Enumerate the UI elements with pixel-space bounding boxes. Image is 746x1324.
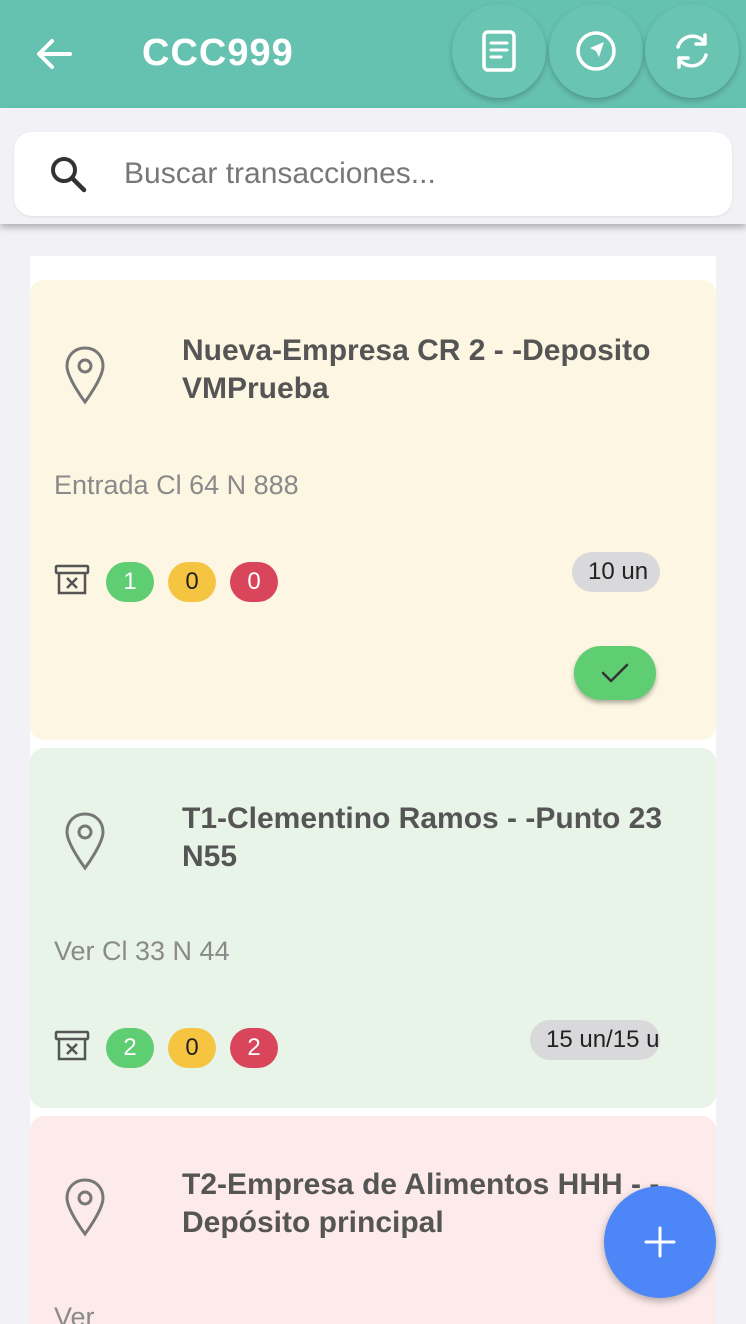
status-count-red: 2 <box>230 1028 278 1068</box>
units-badge: 15 un/15 un <box>530 1020 660 1060</box>
card-title: Nueva-Empresa CR 2 - -Deposito VMPrueba <box>182 334 651 405</box>
archive-icon <box>54 564 90 595</box>
search-bar-container <box>0 108 746 224</box>
sync-button[interactable] <box>645 4 739 98</box>
card-address: Ver Cl 33 N 44 <box>54 936 230 966</box>
navigate-button[interactable] <box>549 4 643 98</box>
confirm-button[interactable] <box>574 646 656 700</box>
add-button[interactable] <box>604 1186 716 1298</box>
search-input[interactable] <box>124 146 704 202</box>
check-icon <box>601 663 629 683</box>
status-count-red: 0 <box>230 562 278 602</box>
transaction-card[interactable]: Nueva-Empresa CR 2 - -Deposito VMPrueba … <box>30 280 716 740</box>
status-count-yellow: 0 <box>168 562 216 602</box>
location-pin-icon <box>65 346 105 405</box>
arrow-back-icon <box>37 39 72 69</box>
transaction-card[interactable]: T1-Clementino Ramos - -Punto 23 N55 Ver … <box>30 748 716 1108</box>
navigation-icon <box>576 31 616 71</box>
card-title: T1-Clementino Ramos - -Punto 23 N55 <box>182 802 663 873</box>
card-address: Ver <box>54 1302 95 1324</box>
sync-icon <box>676 33 708 69</box>
plus-icon <box>644 1226 676 1258</box>
app-header: CCC999 <box>0 0 746 108</box>
search-icon <box>51 157 87 193</box>
location-pin-icon <box>65 1178 105 1237</box>
card-title: T2-Empresa de Alimentos HHH - -Depósito … <box>182 1168 660 1239</box>
status-count-yellow: 0 <box>168 1028 216 1068</box>
search-box[interactable] <box>14 132 732 216</box>
status-count-green: 2 <box>106 1028 154 1068</box>
back-button[interactable] <box>30 30 78 78</box>
status-count-green: 1 <box>106 562 154 602</box>
units-badge: 10 un <box>572 552 660 592</box>
transaction-list[interactable]: Nueva-Empresa CR 2 - -Deposito VMPrueba … <box>30 256 716 1324</box>
archive-icon <box>54 1030 90 1061</box>
location-pin-icon <box>65 812 105 871</box>
document-button[interactable] <box>452 4 546 98</box>
card-address: Entrada Cl 64 N 888 <box>54 470 299 500</box>
document-icon <box>482 30 516 72</box>
page-title: CCC999 <box>142 32 294 74</box>
